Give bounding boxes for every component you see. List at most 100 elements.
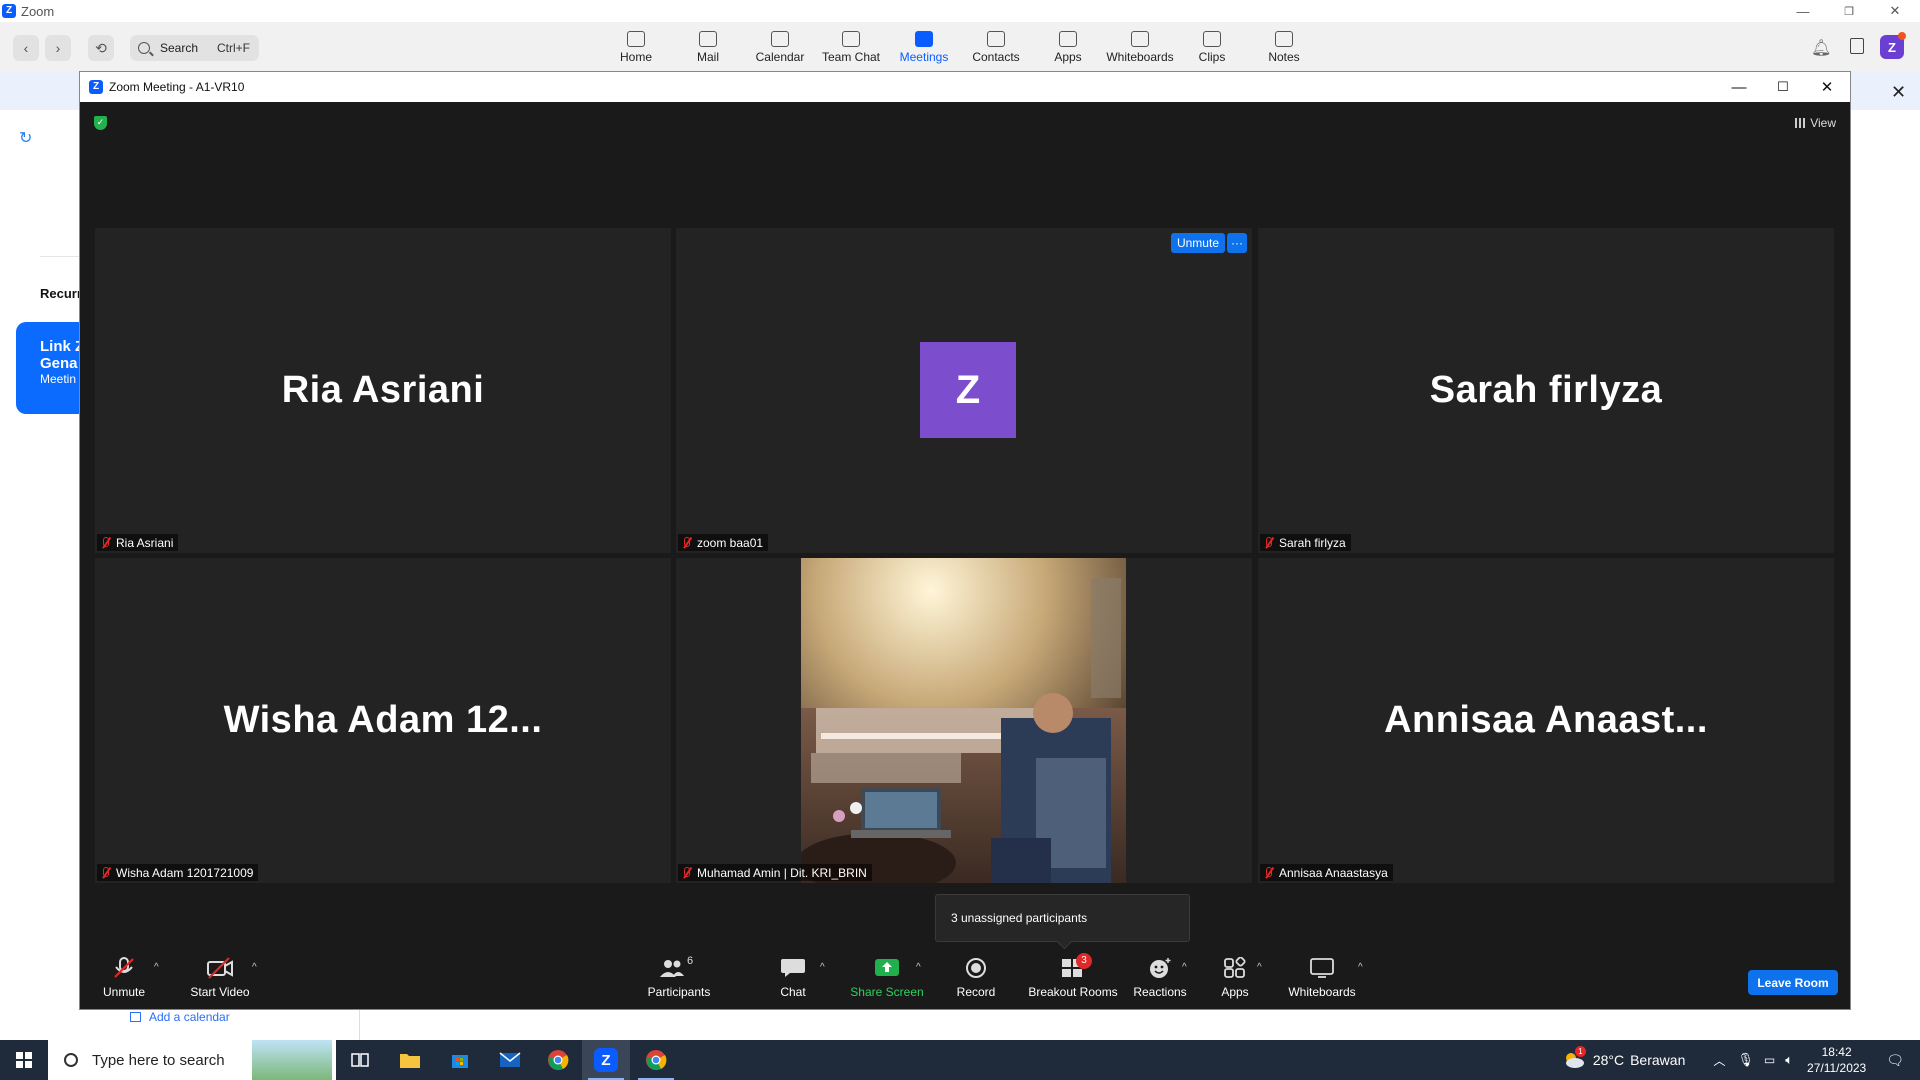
muted-mic-icon — [1263, 866, 1273, 879]
video-tile[interactable]: Muhamad Amin | Dit. KRI_BRIN — [676, 558, 1252, 883]
close-icon[interactable]: ✕ — [1872, 0, 1918, 22]
video-tile[interactable]: Sarah firlyza Sarah firlyza — [1258, 228, 1834, 553]
search-icon — [138, 42, 150, 54]
tab-whiteboards[interactable]: Whiteboards — [1105, 31, 1175, 69]
tab-meetings[interactable]: Meetings — [889, 31, 959, 69]
share-screen-button[interactable]: Share Screen — [846, 950, 928, 1010]
participant-display-name: Sarah firlyza — [1429, 369, 1663, 411]
start-video-button[interactable]: Start Video — [184, 950, 256, 1010]
file-explorer-button[interactable] — [386, 1040, 434, 1080]
back-icon[interactable]: ‹ — [13, 35, 39, 61]
video-tile[interactable]: Ria Asriani Ria Asriani — [95, 228, 671, 553]
unmute-request-button[interactable]: Unmute — [1170, 233, 1225, 253]
forward-icon[interactable]: › — [45, 35, 71, 61]
network-icon[interactable]: ▭ — [1764, 1053, 1775, 1067]
refresh-icon[interactable]: ↻ — [19, 128, 32, 148]
encryption-shield-icon[interactable]: ✓ — [94, 116, 107, 130]
video-camera-icon — [915, 31, 933, 47]
restore-icon[interactable]: ❐ — [1826, 0, 1872, 22]
tab-team-chat[interactable]: Team Chat — [816, 31, 886, 69]
audio-options-chevron-icon[interactable]: ^ — [154, 962, 159, 973]
tab-apps[interactable]: Apps — [1033, 31, 1103, 69]
clock[interactable]: 18:42 27/11/2023 — [1807, 1044, 1866, 1076]
notifications-icon[interactable]: 🗨︎ — [1886, 1052, 1904, 1069]
banner-close-icon[interactable]: ✕ — [1891, 82, 1906, 103]
store-button[interactable] — [436, 1040, 484, 1080]
tab-mail[interactable]: Mail — [673, 31, 743, 69]
clips-icon — [1203, 31, 1221, 47]
search-input[interactable]: Search Ctrl+F — [130, 35, 259, 61]
participant-name-tag: Annisaa Anaastasya — [1260, 864, 1393, 881]
view-button[interactable]: View — [1795, 116, 1836, 130]
leave-room-button[interactable]: Leave Room — [1748, 970, 1838, 995]
microphone-icon[interactable]: 🎙︎ — [1737, 1052, 1754, 1068]
chat-button[interactable]: Chat — [768, 950, 818, 1010]
weather-icon[interactable]: 1 — [1563, 1046, 1586, 1070]
view-label: View — [1810, 116, 1836, 130]
add-calendar-link[interactable]: Add a calendar — [130, 1010, 230, 1024]
breakout-rooms-button[interactable]: 3 Breakout Rooms — [1018, 950, 1128, 1010]
video-tile[interactable]: Annisaa Anaast... Annisaa Anaastasya — [1258, 558, 1834, 883]
video-tile[interactable]: Z Unmute ··· zoom baa01 — [676, 228, 1252, 553]
breakout-rooms-icon: 3 — [1060, 953, 1092, 979]
maximize-icon[interactable]: ☐ — [1761, 72, 1805, 102]
reactions-button[interactable]: Reactions — [1126, 950, 1194, 1010]
tab-contacts[interactable]: Contacts — [961, 31, 1031, 69]
start-button[interactable] — [0, 1040, 48, 1080]
tab-label: Apps — [1054, 50, 1082, 64]
chrome-button[interactable] — [534, 1040, 582, 1080]
mail-app-button[interactable] — [486, 1040, 534, 1080]
tab-calendar[interactable]: Calendar — [745, 31, 815, 69]
participant-display-name: Ria Asriani — [281, 369, 485, 411]
participant-name-tag: zoom baa01 — [678, 534, 769, 551]
video-options-chevron-icon[interactable]: ^ — [252, 962, 257, 973]
meeting-window: Z Zoom Meeting - A1-VR10 — ☐ ✕ ✓ View Ri… — [79, 71, 1851, 1010]
minimize-icon[interactable]: — — [1717, 72, 1761, 102]
participants-count: 6 — [687, 955, 694, 967]
volume-icon[interactable]: 🔈︎ — [1785, 1052, 1793, 1068]
muted-mic-icon — [681, 866, 691, 879]
apps-icon — [1059, 31, 1077, 47]
participant-display-name: Wisha Adam 12... — [223, 699, 543, 741]
apps-options-chevron-icon[interactable]: ^ — [1257, 962, 1262, 973]
taskbar-search-input[interactable]: Type here to search — [48, 1040, 336, 1080]
participants-button[interactable]: 6 Participants — [644, 950, 714, 1010]
sidebar-toggle-icon[interactable] — [1850, 38, 1864, 54]
bell-icon[interactable]: 🔔︎ — [1811, 38, 1831, 58]
app-title-bar: Z Zoom — ❐ ✕ — [0, 0, 1920, 22]
mail-icon — [499, 1052, 521, 1067]
record-icon — [966, 958, 986, 978]
more-options-button[interactable]: ··· — [1227, 233, 1247, 253]
reactions-options-chevron-icon[interactable]: ^ — [1182, 962, 1187, 973]
store-icon — [452, 1055, 468, 1068]
whiteboards-button[interactable]: Whiteboards — [1280, 950, 1364, 1010]
muted-mic-icon — [100, 866, 110, 879]
apps-button[interactable]: Apps — [1210, 950, 1260, 1010]
video-tile[interactable]: Wisha Adam 12... Wisha Adam 1201721009 — [95, 558, 671, 883]
unmute-button[interactable]: Unmute — [100, 950, 148, 1010]
conference-hall-photo — [801, 558, 1126, 883]
share-screen-icon — [875, 959, 899, 976]
tray-chevron-icon[interactable]: ︿ — [1713, 1052, 1725, 1069]
chrome-taskbar-button-2[interactable] — [632, 1040, 680, 1080]
close-icon[interactable]: ✕ — [1805, 72, 1849, 102]
history-icon[interactable]: ⟲ — [88, 35, 114, 61]
record-button[interactable]: Record — [946, 950, 1006, 1010]
tab-label: Contacts — [972, 50, 1020, 64]
chat-bubble-icon — [842, 31, 860, 47]
start-video-label: Start Video — [190, 985, 250, 999]
task-view-button[interactable] — [336, 1040, 384, 1080]
minimize-icon[interactable]: — — [1780, 0, 1826, 22]
windows-logo-icon — [16, 1052, 32, 1068]
tab-clips[interactable]: Clips — [1177, 31, 1247, 69]
zoom-taskbar-button[interactable]: Z — [582, 1040, 630, 1080]
task-view-icon — [351, 1053, 369, 1067]
avatar: Z — [920, 342, 1016, 438]
share-options-chevron-icon[interactable]: ^ — [916, 962, 921, 973]
participant-name: Annisaa Anaastasya — [1279, 865, 1388, 880]
whiteboards-options-chevron-icon[interactable]: ^ — [1358, 962, 1363, 973]
search-highlight-illustration — [252, 1040, 332, 1080]
tab-home[interactable]: Home — [601, 31, 671, 69]
chat-options-chevron-icon[interactable]: ^ — [820, 962, 825, 973]
tab-notes[interactable]: Notes — [1249, 31, 1319, 69]
